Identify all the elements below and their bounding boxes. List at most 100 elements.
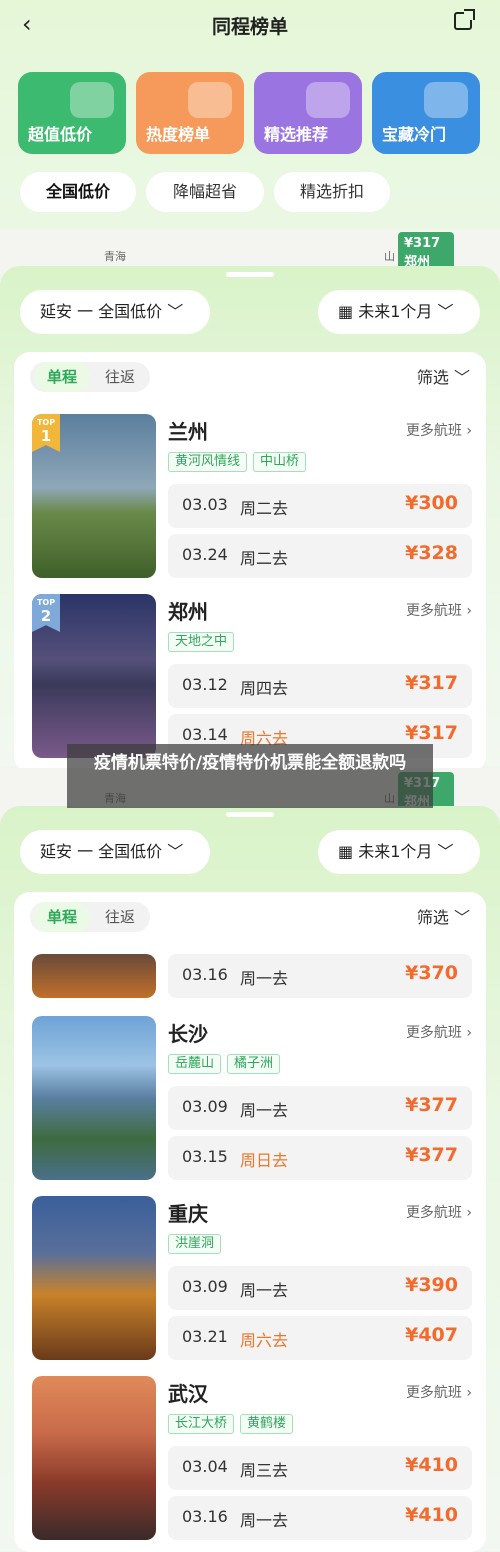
flight-row[interactable]: 03.12 周四去 ¥317	[168, 664, 472, 708]
flight-price: ¥317	[405, 722, 458, 744]
selector-row: 延安 一 全国低价 ﹀ ▦ 未来1个月 ﹀	[20, 830, 480, 874]
city-item-chongqing[interactable]: 重庆 更多航班 › 洪崖洞 03.09 周一去 ¥390 03.21 周六去 ¥407	[32, 1196, 472, 1366]
category-hidden[interactable]: 宝藏冷门	[372, 72, 480, 154]
tab-oneway[interactable]: 单程	[34, 362, 90, 392]
category-label: 宝藏冷门	[382, 125, 447, 144]
city-name: 武汉	[168, 1382, 208, 1406]
city-name: 重庆	[168, 1202, 208, 1226]
city-image	[32, 1016, 156, 1180]
city-tag: 洪崖洞	[168, 1234, 222, 1254]
category-hot[interactable]: 热度榜单	[136, 72, 244, 154]
trip-tabs: 单程 往返	[30, 362, 150, 392]
filter-button[interactable]: 筛选 ﹀	[417, 364, 470, 388]
trend-icon	[70, 82, 114, 118]
flight-row[interactable]: 03.03 周二去 ¥300	[168, 484, 472, 528]
more-flights-link[interactable]: 更多航班 ›	[406, 600, 472, 620]
filter-label: 筛选	[416, 908, 449, 927]
city-tag: 橘子洲	[227, 1054, 281, 1074]
flight-price: ¥407	[405, 1324, 458, 1346]
map-label: 青海	[104, 250, 126, 263]
thumbs-up-icon	[306, 82, 350, 118]
flight-day: 周三去	[240, 1461, 289, 1480]
filter-national-low[interactable]: 全国低价	[20, 172, 136, 212]
tab-oneway[interactable]: 单程	[34, 902, 90, 932]
flight-price: ¥328	[405, 542, 458, 564]
trip-tabs: 单程 往返	[30, 902, 150, 932]
chevron-down-icon: ﹀	[437, 842, 454, 861]
more-flights-link[interactable]: 更多航班 ›	[406, 420, 472, 440]
more-flights-link[interactable]: 更多航班 ›	[406, 1382, 472, 1402]
ranking-sheet-2: 延安 一 全国低价 ﹀ ▦ 未来1个月 ﹀ 单程 往返 筛选 ﹀ 03.16 周一…	[0, 806, 500, 1552]
flame-icon	[188, 82, 232, 118]
flight-row[interactable]: 03.15 周日去 ¥377	[168, 1136, 472, 1180]
category-label: 超值低价	[28, 125, 93, 144]
flight-price: ¥377	[405, 1094, 458, 1116]
filter-drop[interactable]: 降幅超省	[146, 172, 264, 212]
flight-price: ¥410	[405, 1454, 458, 1476]
city-tags: 洪崖洞	[168, 1232, 227, 1254]
flight-row[interactable]: 03.16 周一去 ¥410	[168, 1496, 472, 1540]
flight-date: 03.09	[182, 1097, 228, 1116]
flight-date: 03.03	[182, 495, 228, 514]
flight-row[interactable]: 03.04 周三去 ¥410	[168, 1446, 472, 1490]
flight-price: ¥410	[405, 1504, 458, 1526]
origin-label: 延安 一 全国低价	[40, 302, 163, 321]
filter-button[interactable]: 筛选 ﹀	[417, 904, 470, 928]
city-name: 兰州	[168, 420, 208, 444]
city-item-wuhan[interactable]: 武汉 更多航班 › 长江大桥 黄鹤楼 03.04 周三去 ¥410 03.16 周一去 ¥…	[32, 1376, 472, 1546]
city-image	[32, 954, 156, 998]
flight-day: 周日去	[240, 1151, 289, 1170]
tab-return[interactable]: 往返	[92, 362, 148, 392]
flight-row[interactable]: 03.16 周一去 ¥370	[168, 954, 472, 998]
category-recommend[interactable]: 精选推荐	[254, 72, 362, 154]
origin-selector[interactable]: 延安 一 全国低价 ﹀	[20, 830, 210, 874]
watermark-caption: 疫情机票特价/疫情特价机票能全额退款吗	[67, 744, 433, 808]
share-icon[interactable]	[454, 9, 475, 30]
city-item-lanzhou[interactable]: TOP 1 兰州 更多航班 › 黄河风情线 中山桥 03.03 周二去 ¥300 03.…	[32, 414, 472, 584]
flight-price: ¥370	[405, 962, 458, 984]
city-item-zhengzhou[interactable]: TOP 2 郑州 更多航班 › 天地之中 03.12 周四去 ¥317 03.14 周六…	[32, 594, 472, 764]
flight-day: 周二去	[240, 499, 289, 518]
origin-selector[interactable]: 延安 一 全国低价 ﹀	[20, 290, 210, 334]
flight-row[interactable]: 03.09 周一去 ¥390	[168, 1266, 472, 1310]
flight-day: 周二去	[240, 549, 289, 568]
flight-date: 03.24	[182, 545, 228, 564]
more-flights-label: 更多航班	[405, 1205, 462, 1221]
ranking-card: 单程 往返 筛选 ﹀ 03.16 周一去 ¥370 长沙 更多航班 › 岳麓山 橘子洲…	[14, 892, 486, 1552]
city-item-partial[interactable]: 03.16 周一去 ¥370	[32, 954, 472, 1000]
flight-row[interactable]: 03.21 周六去 ¥407	[168, 1316, 472, 1360]
city-item-changsha[interactable]: 长沙 更多航班 › 岳麓山 橘子洲 03.09 周一去 ¥377 03.15 周日去 ¥3…	[32, 1016, 472, 1186]
ranking-sheet: 延安 一 全国低价 ﹀ ▦ 未来1个月 ﹀ 单程 往返 筛选 ﹀ TOP 1 兰州…	[0, 266, 500, 772]
sheet-handle[interactable]	[226, 272, 274, 277]
date-selector[interactable]: ▦ 未来1个月 ﹀	[318, 830, 480, 874]
category-cheap[interactable]: 超值低价	[18, 72, 126, 154]
filter-discount[interactable]: 精选折扣	[274, 172, 390, 212]
flight-row[interactable]: 03.24 周二去 ¥328	[168, 534, 472, 578]
city-image	[32, 1196, 156, 1360]
more-flights-link[interactable]: 更多航班 ›	[406, 1022, 472, 1042]
nav-bar: ‹ 同程榜单	[0, 8, 500, 38]
chevron-down-icon: ﹀	[167, 302, 184, 321]
rank-number: 2	[40, 607, 52, 625]
flight-day: 周四去	[240, 679, 289, 698]
more-flights-link[interactable]: 更多航班 ›	[406, 1202, 472, 1222]
more-flights-label: 更多航班	[405, 423, 462, 439]
flight-date: 03.04	[182, 1457, 228, 1476]
tab-return[interactable]: 往返	[92, 902, 148, 932]
date-label: 未来1个月	[358, 842, 433, 861]
rank-number: 1	[40, 427, 52, 445]
city-image: TOP 1	[32, 414, 156, 578]
flight-day: 周一去	[240, 1101, 289, 1120]
city-tag: 中山桥	[253, 452, 307, 472]
date-selector[interactable]: ▦ 未来1个月 ﹀	[318, 290, 480, 334]
city-tags: 黄河风情线 中山桥	[168, 450, 312, 472]
flight-day: 周六去	[240, 1331, 289, 1350]
flight-row[interactable]: 03.09 周一去 ¥377	[168, 1086, 472, 1130]
calendar-icon: ▦	[338, 302, 354, 321]
city-tags: 长江大桥 黄鹤楼	[168, 1412, 299, 1434]
city-tags: 岳麓山 橘子洲	[168, 1052, 286, 1074]
flight-date: 03.12	[182, 675, 228, 694]
rank-badge: TOP 2	[32, 594, 60, 632]
sheet-handle[interactable]	[226, 812, 274, 817]
header-area: ‹ 同程榜单 超值低价 热度榜单 精选推荐 宝藏冷门 全国低价 降幅超省 精选折…	[0, 0, 500, 240]
